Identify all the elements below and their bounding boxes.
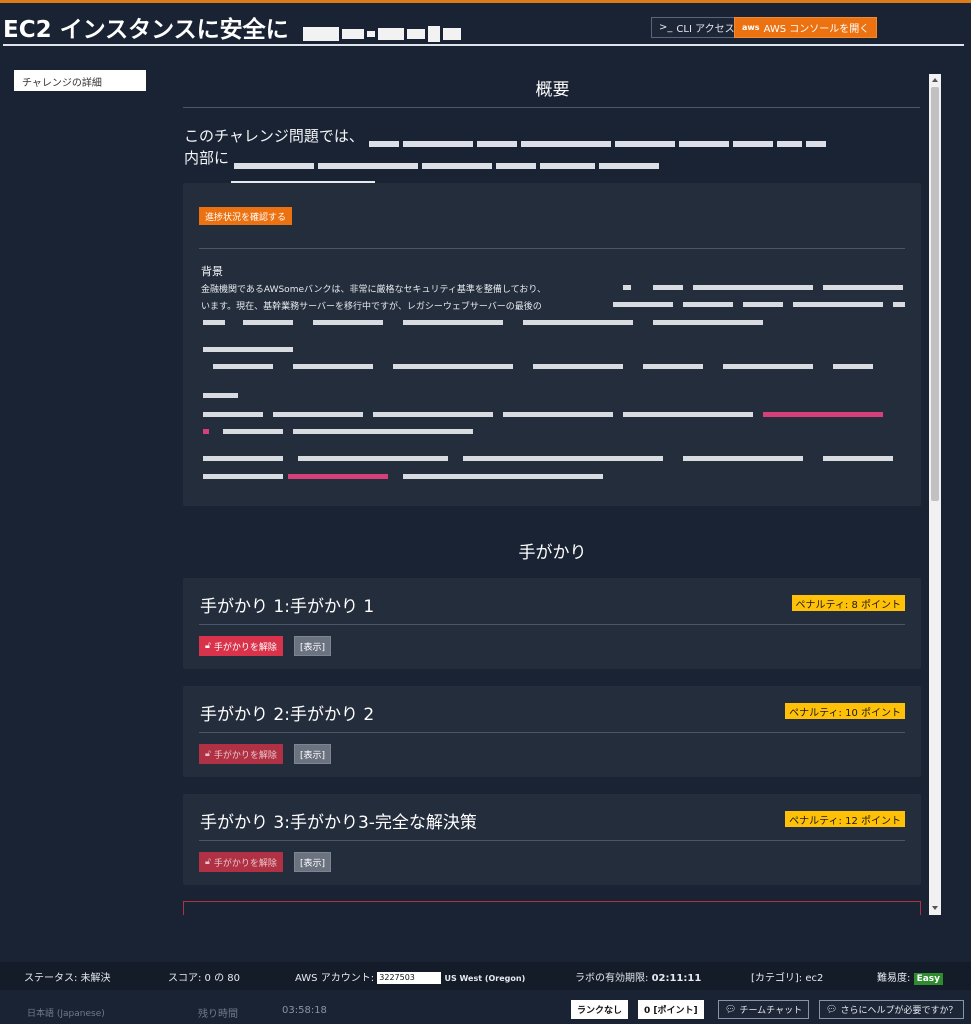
lab-expiry-label: ラボの有効期限: (575, 973, 649, 984)
check-progress-button[interactable]: 進捗状況を確認する (199, 207, 293, 225)
redacted-text (233, 155, 663, 169)
team-chat-label: チームチャット (739, 1006, 803, 1016)
redacted-text (368, 133, 830, 147)
hint-title-3: 手がかり 3:手がかり3-完全な解決策 (200, 813, 477, 833)
difficulty: 難易度: Easy (877, 969, 944, 985)
hint-title-1: 手がかり 1:手がかり 1 (200, 597, 375, 617)
hint-title-2: 手がかり 2:手がかり 2 (200, 705, 375, 725)
redacted-title-part (302, 21, 464, 42)
unlock-hint-label: 手がかりを解除 (213, 858, 277, 869)
aws-account-value[interactable]: 3227503 (377, 972, 442, 984)
redacted-text (623, 285, 908, 291)
hints-heading: 手がかり (518, 543, 587, 563)
next-card-outline (183, 901, 921, 915)
chat-icon: 💬︎ (725, 1004, 737, 1015)
unlock-hint-button-1[interactable]: 🔓︎ 手がかりを解除 (199, 636, 283, 656)
title-underline (3, 44, 964, 46)
redacted-text (203, 320, 763, 326)
language-selector[interactable]: 日本語 (Japanese) (27, 1006, 105, 1019)
difficulty-label: 難易度: (877, 973, 911, 984)
penalty-badge-2: ペナルティ: 10 ポイント (785, 703, 905, 719)
overview-divider (183, 107, 920, 108)
terminal-icon: >_ (659, 22, 673, 33)
show-hint-button-3[interactable]: [表示] (294, 852, 332, 872)
overview-heading: 概要 (535, 80, 570, 100)
penalty-badge-3: ペナルティ: 12 ポイント (785, 811, 905, 827)
lock-icon: 🔓︎ (205, 857, 211, 867)
status-text: ステータス: 未解決 (24, 973, 111, 984)
redacted-text (213, 364, 873, 370)
category-text: [カテゴリ]: ec2 (751, 973, 824, 984)
challenge-description-box: 進捗状況を確認する 背景 金融機関であるAWSomeバンクは、非常に厳格なセキュ… (183, 183, 921, 506)
challenge-content-panel: 概要 このチャレンジ問題では、 内部に 進捗状況を確認する 背景 金融機関である… (170, 73, 942, 915)
description-divider (199, 248, 905, 249)
aws-account-label: AWS アカウント: (295, 973, 375, 984)
cli-access-label: CLI アクセス (676, 24, 735, 35)
penalty-badge-1: ペナルティ: 8 ポイント (791, 595, 905, 611)
intro-text: このチャレンジ問題では、 内部に (184, 125, 830, 169)
redacted-text (613, 302, 908, 308)
show-hint-button-2[interactable]: [表示] (294, 744, 332, 764)
remaining-time-label: 残り時間 (198, 1009, 238, 1020)
aws-account: AWS アカウント: 3227503 US West (Oregon) (295, 969, 525, 984)
lab-expiry-value: 02:11:11 (651, 973, 702, 984)
lock-icon: 🔓︎ (205, 749, 211, 759)
redacted-text (203, 412, 893, 418)
top-accent-bar (0, 0, 971, 3)
redacted-text (203, 347, 303, 353)
redacted-text (203, 456, 893, 462)
lock-icon: 🔓︎ (205, 641, 211, 651)
unlock-hint-button-3[interactable]: 🔓︎ 手がかりを解除 (199, 852, 283, 872)
hint-divider (199, 840, 905, 841)
page-title: EC2 インスタンスに安全に (3, 10, 464, 44)
show-hint-button-1[interactable]: [表示] (294, 636, 332, 656)
intro-line2: 内部に (184, 149, 230, 167)
page-title-text: EC2 インスタンスに安全に (3, 17, 289, 43)
cli-access-button[interactable]: >_ CLI アクセス (651, 17, 743, 38)
hint-card-3: 手がかり 3:手がかり3-完全な解決策 ペナルティ: 12 ポイント 🔓︎ 手が… (183, 794, 921, 885)
open-console-label: AWS コンソールを開く (763, 24, 870, 35)
unlock-hint-label: 手がかりを解除 (213, 750, 277, 761)
team-chat-button[interactable]: 💬︎ チームチャット (718, 1000, 810, 1019)
open-console-button[interactable]: aws AWS コンソールを開く (734, 17, 878, 38)
redacted-text (203, 474, 603, 480)
sidebar-item-challenge-details[interactable]: チャレンジの詳細 (14, 70, 146, 91)
redacted-text (203, 429, 503, 435)
chat-icon: 💬︎ (826, 1004, 838, 1015)
redacted-text (203, 393, 243, 399)
unlock-hint-button-2[interactable]: 🔓︎ 手がかりを解除 (199, 744, 283, 764)
unlock-hint-label: 手がかりを解除 (213, 642, 277, 653)
hint-divider (199, 732, 905, 733)
sidebar-item-label: チャレンジの詳細 (22, 78, 102, 89)
help-label: さらにヘルプが必要ですか？ (840, 1006, 958, 1016)
region-text: US West (Oregon) (444, 974, 526, 983)
background-heading: 背景 (201, 265, 223, 278)
intro-line1: このチャレンジ問題では、 (184, 127, 364, 145)
background-line-2: います。現在、基幹業務サーバーを移行中ですが、レガシーウェブサーバーの最後の (201, 302, 542, 312)
lab-expiry: ラボの有効期限: 02:11:11 (575, 969, 701, 984)
hint-divider (199, 624, 905, 625)
hint-card-2: 手がかり 2:手がかり 2 ペナルティ: 10 ポイント 🔓︎ 手がかりを解除 … (183, 686, 921, 777)
help-button[interactable]: 💬︎ さらにヘルプが必要ですか？ (819, 1000, 965, 1019)
hint-card-1: 手がかり 1:手がかり 1 ペナルティ: 8 ポイント 🔓︎ 手がかりを解除 [… (183, 578, 921, 669)
difficulty-badge: Easy (913, 973, 944, 985)
rank-button[interactable]: ランクなし (571, 1000, 629, 1019)
points-button[interactable]: 0 [ポイント] (638, 1000, 704, 1019)
remaining-time-value: 03:58:18 (282, 1005, 327, 1016)
aws-logo-icon: aws (742, 22, 760, 32)
background-line-1: 金融機関であるAWSomeバンクは、非常に厳格なセキュリティ基準を整備しており、 (201, 285, 547, 295)
score-text: スコア: 0 の 80 (168, 973, 240, 984)
